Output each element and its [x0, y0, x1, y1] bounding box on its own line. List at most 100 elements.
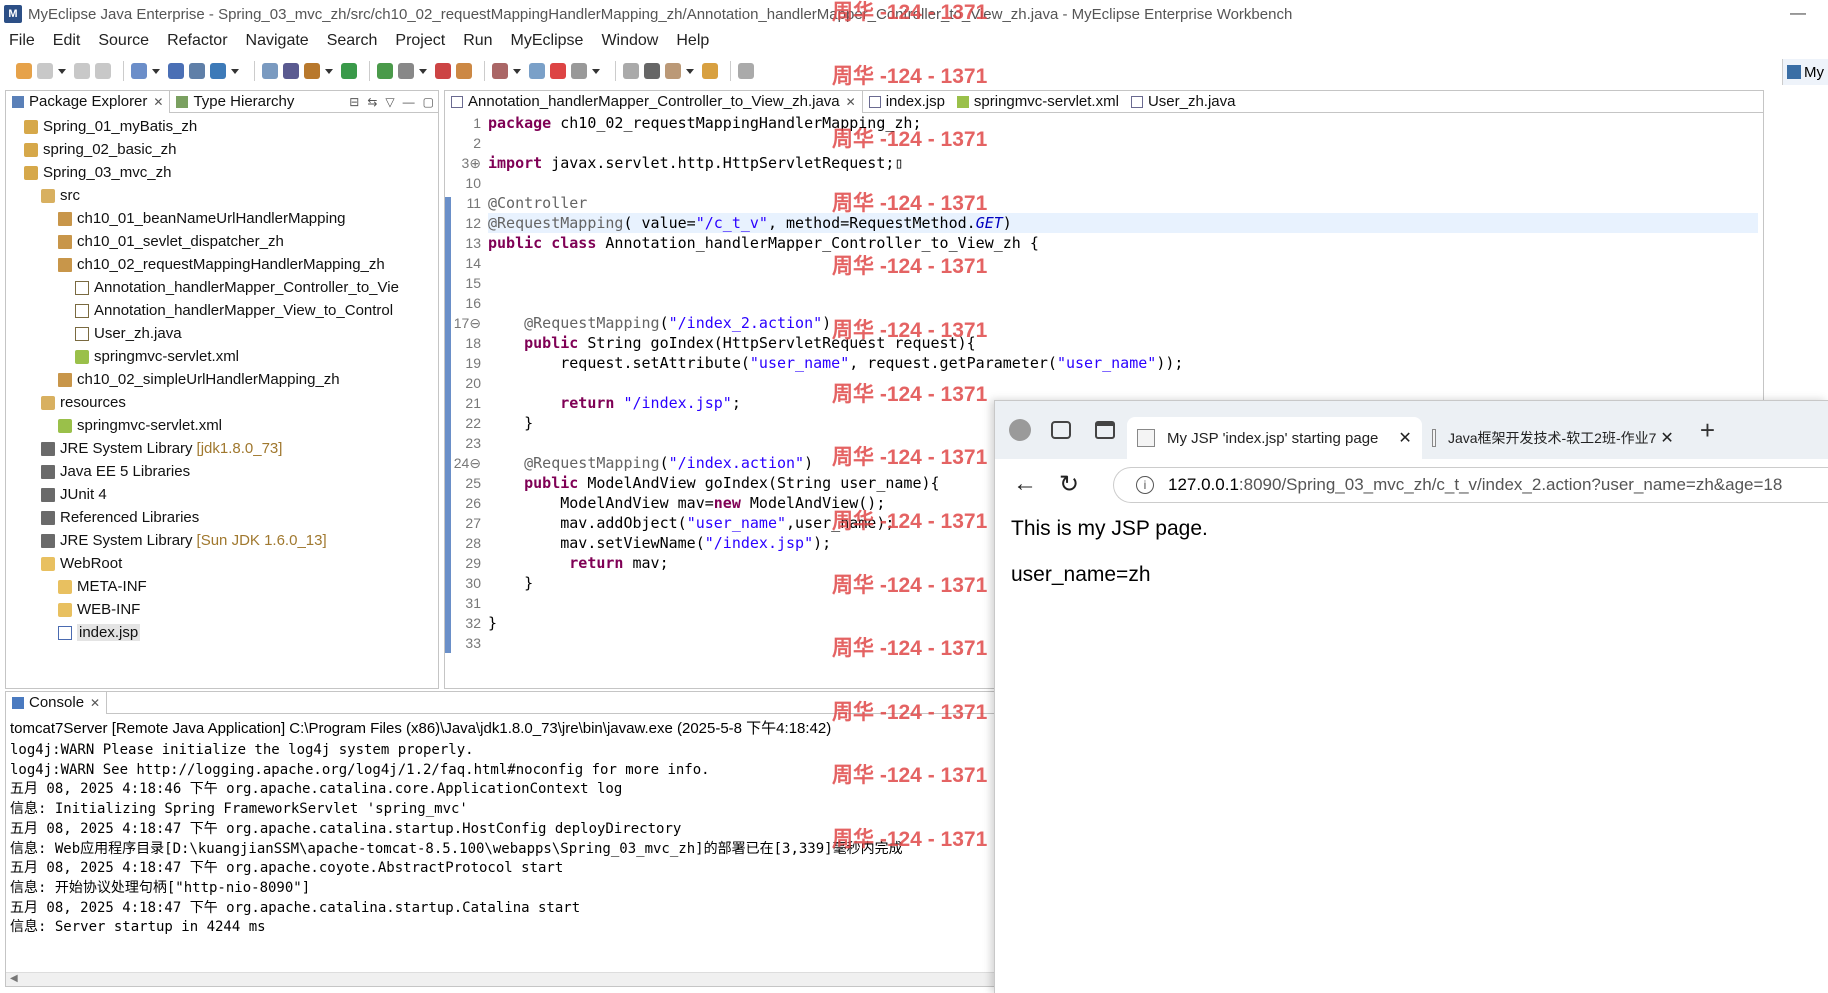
- tree-item[interactable]: Spring_03_mvc_zh: [6, 161, 438, 184]
- menu-refactor[interactable]: Refactor: [158, 32, 236, 50]
- perspective-switcher[interactable]: My: [1782, 59, 1828, 85]
- workspaces-icon[interactable]: [1051, 421, 1071, 439]
- tree-item[interactable]: Spring_01_myBatis_zh: [6, 115, 438, 138]
- browser-tab-active[interactable]: My JSP 'index.jsp' starting page ✕: [1127, 417, 1422, 459]
- toolbar-button-icon[interactable]: [16, 63, 32, 79]
- toolbar-button-icon[interactable]: [435, 63, 451, 79]
- menu-help[interactable]: Help: [667, 32, 718, 50]
- maximize-view-icon[interactable]: ▢: [423, 95, 434, 109]
- toolbar-button-icon[interactable]: [283, 63, 299, 79]
- editor-tab[interactable]: User_zh.java: [1125, 91, 1242, 113]
- tree-item[interactable]: META-INF: [6, 575, 438, 598]
- tree-item[interactable]: ch10_01_sevlet_dispatcher_zh: [6, 230, 438, 253]
- new-tab-button[interactable]: +: [1700, 415, 1715, 446]
- vertical-tabs-icon[interactable]: [1095, 421, 1115, 439]
- dropdown-arrow-icon[interactable]: [686, 68, 694, 74]
- toolbar-button-icon[interactable]: [665, 63, 681, 79]
- tree-item[interactable]: WebRoot: [6, 552, 438, 575]
- toolbar-button-icon[interactable]: [492, 63, 508, 79]
- editor-tab[interactable]: springmvc-servlet.xml: [951, 91, 1125, 113]
- minimize-button[interactable]: —: [1768, 0, 1828, 28]
- dropdown-arrow-icon[interactable]: [325, 68, 333, 74]
- link-editor-icon[interactable]: ⇆: [367, 95, 377, 109]
- menu-source[interactable]: Source: [89, 32, 158, 50]
- editor-tab[interactable]: index.jsp: [863, 91, 951, 113]
- tree-item[interactable]: Referenced Libraries: [6, 506, 438, 529]
- menu-navigate[interactable]: Navigate: [237, 32, 318, 50]
- close-icon[interactable]: ✕: [153, 95, 163, 109]
- profile-avatar-icon[interactable]: [1009, 419, 1031, 441]
- toolbar-button-icon[interactable]: [304, 63, 320, 79]
- toolbar-button-icon[interactable]: [529, 63, 545, 79]
- tree-item[interactable]: ch10_02_simpleUrlHandlerMapping_zh: [6, 368, 438, 391]
- collapse-all-icon[interactable]: ⊟: [349, 95, 359, 109]
- tree-item[interactable]: Java EE 5 Libraries: [6, 460, 438, 483]
- tab-console[interactable]: Console ✕: [6, 691, 108, 714]
- menu-project[interactable]: Project: [386, 32, 454, 50]
- toolbar-button-icon[interactable]: [377, 63, 393, 79]
- dropdown-arrow-icon[interactable]: [592, 68, 600, 74]
- tree-item-label: ch10_02_requestMappingHandlerMapping_zh: [77, 256, 385, 273]
- toolbar-button-icon[interactable]: [341, 63, 357, 79]
- toolbar-button-icon[interactable]: [189, 63, 205, 79]
- tree-item[interactable]: src: [6, 184, 438, 207]
- tree-item[interactable]: JRE System Library [Sun JDK 1.6.0_13]: [6, 529, 438, 552]
- tab-type-hierarchy[interactable]: Type Hierarchy: [170, 91, 300, 113]
- dropdown-arrow-icon[interactable]: [231, 68, 239, 74]
- tree-item[interactable]: WEB-INF: [6, 598, 438, 621]
- tree-item[interactable]: Annotation_handlerMapper_Controller_to_V…: [6, 276, 438, 299]
- tree-item[interactable]: JUnit 4: [6, 483, 438, 506]
- menu-edit[interactable]: Edit: [44, 32, 90, 50]
- toolbar-button-icon[interactable]: [623, 63, 639, 79]
- tree-item[interactable]: User_zh.java: [6, 322, 438, 345]
- toolbar-button-icon[interactable]: [37, 63, 53, 79]
- toolbar-button-icon[interactable]: [702, 63, 718, 79]
- toolbar-button-icon[interactable]: [131, 63, 147, 79]
- tab-package-explorer[interactable]: Package Explorer ✕: [6, 90, 171, 113]
- dropdown-arrow-icon[interactable]: [419, 68, 427, 74]
- close-icon[interactable]: ✕: [90, 696, 100, 710]
- editor-tab[interactable]: Annotation_handlerMapper_Controller_to_V…: [445, 90, 863, 113]
- toolbar-button-icon[interactable]: [262, 63, 278, 79]
- tree-item[interactable]: Annotation_handlerMapper_View_to_Control: [6, 299, 438, 322]
- tree-item[interactable]: ch10_01_beanNameUrlHandlerMapping: [6, 207, 438, 230]
- browser-tab[interactable]: Java框架开发技术-软工2班-作业7 ✕: [1422, 417, 1684, 459]
- tree-item[interactable]: index.jsp: [6, 621, 438, 644]
- xml-icon: [75, 349, 89, 364]
- close-tab-icon[interactable]: ✕: [1660, 428, 1673, 448]
- toolbar-button-icon[interactable]: [74, 63, 90, 79]
- toolbar-button-icon[interactable]: [738, 63, 754, 79]
- horizontal-scrollbar[interactable]: ◀: [6, 972, 994, 986]
- site-info-icon[interactable]: i: [1136, 476, 1154, 494]
- tree-item[interactable]: springmvc-servlet.xml: [6, 345, 438, 368]
- toolbar-button-icon[interactable]: [456, 63, 472, 79]
- menu-run[interactable]: Run: [454, 32, 501, 50]
- tree-item[interactable]: spring_02_basic_zh: [6, 138, 438, 161]
- tree-item[interactable]: JRE System Library [jdk1.8.0_73]: [6, 437, 438, 460]
- tree-item[interactable]: ch10_02_requestMappingHandlerMapping_zh: [6, 253, 438, 276]
- watermark-text: 周华 -124 - 1371: [832, 65, 988, 88]
- menu-search[interactable]: Search: [318, 32, 387, 50]
- toolbar-button-icon[interactable]: [571, 63, 587, 79]
- menu-myeclipse[interactable]: MyEclipse: [502, 32, 593, 50]
- view-menu-icon[interactable]: ▽: [385, 95, 394, 109]
- dropdown-arrow-icon[interactable]: [152, 68, 160, 74]
- tree-item[interactable]: resources: [6, 391, 438, 414]
- toolbar-button-icon[interactable]: [168, 63, 184, 79]
- close-tab-icon[interactable]: ✕: [1398, 428, 1411, 448]
- menu-file[interactable]: File: [0, 32, 44, 50]
- tree-item[interactable]: springmvc-servlet.xml: [6, 414, 438, 437]
- dropdown-arrow-icon[interactable]: [513, 68, 521, 74]
- back-arrow-icon[interactable]: ←: [1013, 470, 1037, 498]
- minimize-view-icon[interactable]: —: [403, 95, 415, 109]
- refresh-icon[interactable]: ↻: [1059, 470, 1079, 499]
- menu-window[interactable]: Window: [592, 32, 667, 50]
- dropdown-arrow-icon[interactable]: [58, 68, 66, 74]
- toolbar-button-icon[interactable]: [550, 63, 566, 79]
- toolbar-button-icon[interactable]: [644, 63, 660, 79]
- address-bar[interactable]: i 127.0.0.1:8090/Spring_03_mvc_zh/c_t_v/…: [1113, 467, 1828, 503]
- toolbar-button-icon[interactable]: [210, 63, 226, 79]
- close-icon[interactable]: ✕: [846, 95, 856, 109]
- toolbar-button-icon[interactable]: [95, 63, 111, 79]
- toolbar-button-icon[interactable]: [398, 63, 414, 79]
